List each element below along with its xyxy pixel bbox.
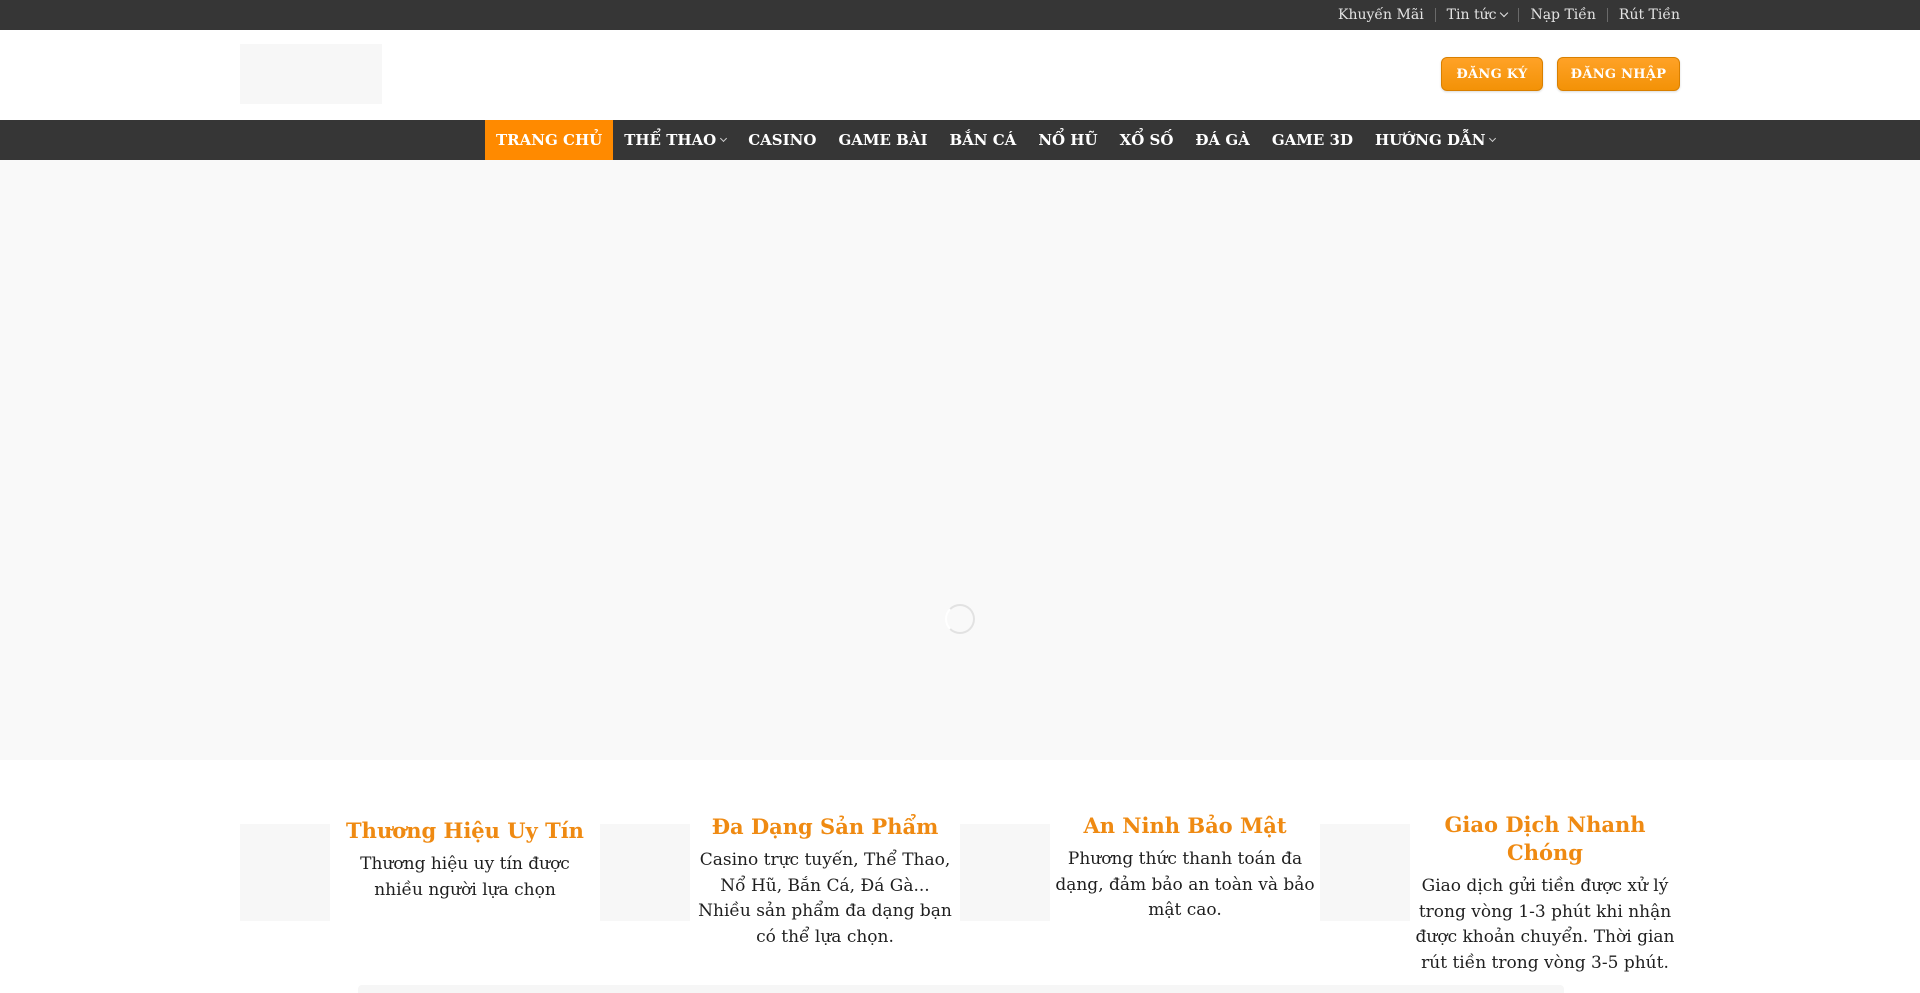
nav-item-slots[interactable]: NỔ HŨ [1027,120,1108,160]
chevron-down-icon [720,134,728,143]
chevron-down-icon [1500,8,1509,18]
top-link-label: Tin tức [1446,7,1497,23]
features-section: Thương Hiệu Uy Tín Thương hiệu uy tín đư… [240,805,1680,993]
top-link-news[interactable]: Tin tức [1446,7,1509,23]
feature-body: Giao Dịch Nhanh Chóng Giao dịch gửi tiền… [1410,811,1680,976]
nav-item-fish-shooting[interactable]: BẮN CÁ [938,120,1027,160]
feature-block: Giao Dịch Nhanh Chóng Giao dịch gửi tiền… [1320,805,1680,975]
feature-text: Phương thức thanh toán đa dạng, đảm bảo … [1055,849,1315,920]
nav-item-casino[interactable]: CASINO [737,120,827,160]
next-section-edge [358,985,1564,993]
divider [1434,8,1436,22]
feature-title: Giao Dịch Nhanh Chóng [1444,812,1646,865]
hero-slider[interactable] [0,160,1920,760]
nav-item-label: BẮN CÁ [949,131,1017,149]
nav-item-label: TRANG CHỦ [496,131,603,149]
divider [1606,8,1608,22]
feature-body: An Ninh Bảo Mật Phương thức thanh toán đ… [1050,812,1320,924]
divider [1518,8,1520,22]
chevron-down-icon [1489,134,1497,143]
feature-text: Giao dịch gửi tiền được xử lý trong vòng… [1415,876,1675,973]
site-header: ĐĂNG KÝ ĐĂNG NHẬP [0,30,1920,120]
feature-text: Casino trực tuyến, Thể Thao, Nổ Hũ, Bắn … [698,850,952,947]
main-nav: TRANG CHỦ THỂ THAO CASINO GAME BÀI BẮN C… [0,120,1920,160]
site-logo[interactable] [240,44,382,104]
register-button[interactable]: ĐĂNG KÝ [1441,57,1543,91]
feature-title: Đa Dạng Sản Phẩm [711,814,939,839]
main-nav-list: TRANG CHỦ THỂ THAO CASINO GAME BÀI BẮN C… [485,120,1506,160]
feature-image [960,824,1050,921]
nav-item-label: HƯỚNG DẪN [1374,131,1486,149]
feature-title: Thương Hiệu Uy Tín [346,818,584,843]
nav-item-game-3d[interactable]: GAME 3D [1261,120,1364,160]
loading-spinner-icon [945,604,975,634]
top-bar-nav: Khuyến Mãi Tin tức Nạp Tiền Rút Tiền [1338,0,1680,30]
feature-block: Đa Dạng Sản Phẩm Casino trực tuyến, Thể … [600,805,960,975]
nav-item-label: GAME BÀI [838,131,928,149]
feature-text: Thương hiệu uy tín được nhiều người lựa … [360,854,570,900]
nav-item-card-games[interactable]: GAME BÀI [827,120,938,160]
feature-title: An Ninh Bảo Mật [1083,813,1287,838]
nav-item-sports[interactable]: THỂ THAO [613,120,737,160]
nav-item-cockfighting[interactable]: ĐÁ GÀ [1184,120,1260,160]
feature-image [600,824,690,921]
login-button[interactable]: ĐĂNG NHẬP [1557,57,1680,91]
nav-item-label: GAME 3D [1271,131,1353,149]
top-bar: Khuyến Mãi Tin tức Nạp Tiền Rút Tiền [0,0,1920,30]
feature-body: Thương Hiệu Uy Tín Thương hiệu uy tín đư… [330,817,600,903]
top-link-promotions[interactable]: Khuyến Mãi [1338,7,1424,23]
feature-block: An Ninh Bảo Mật Phương thức thanh toán đ… [960,805,1320,975]
feature-block: Thương Hiệu Uy Tín Thương hiệu uy tín đư… [240,805,600,975]
top-link-withdraw[interactable]: Rút Tiền [1619,7,1680,23]
feature-body: Đa Dạng Sản Phẩm Casino trực tuyến, Thể … [690,813,960,950]
nav-item-label: CASINO [748,131,817,149]
nav-item-label: THỂ THAO [624,131,717,149]
nav-item-label: XỔ SỐ [1119,131,1174,149]
top-link-label: Nạp Tiền [1530,7,1596,23]
top-link-label: Rút Tiền [1618,7,1680,23]
nav-item-lottery[interactable]: XỔ SỐ [1109,120,1185,160]
feature-image [240,824,330,921]
nav-item-home[interactable]: TRANG CHỦ [485,120,614,160]
nav-item-label: ĐÁ GÀ [1195,131,1250,149]
top-link-label: Khuyến Mãi [1338,7,1424,23]
nav-item-label: NỔ HŨ [1038,131,1098,149]
feature-image [1320,824,1410,921]
nav-item-guide[interactable]: HƯỚNG DẪN [1364,120,1506,160]
top-link-deposit[interactable]: Nạp Tiền [1530,7,1595,23]
